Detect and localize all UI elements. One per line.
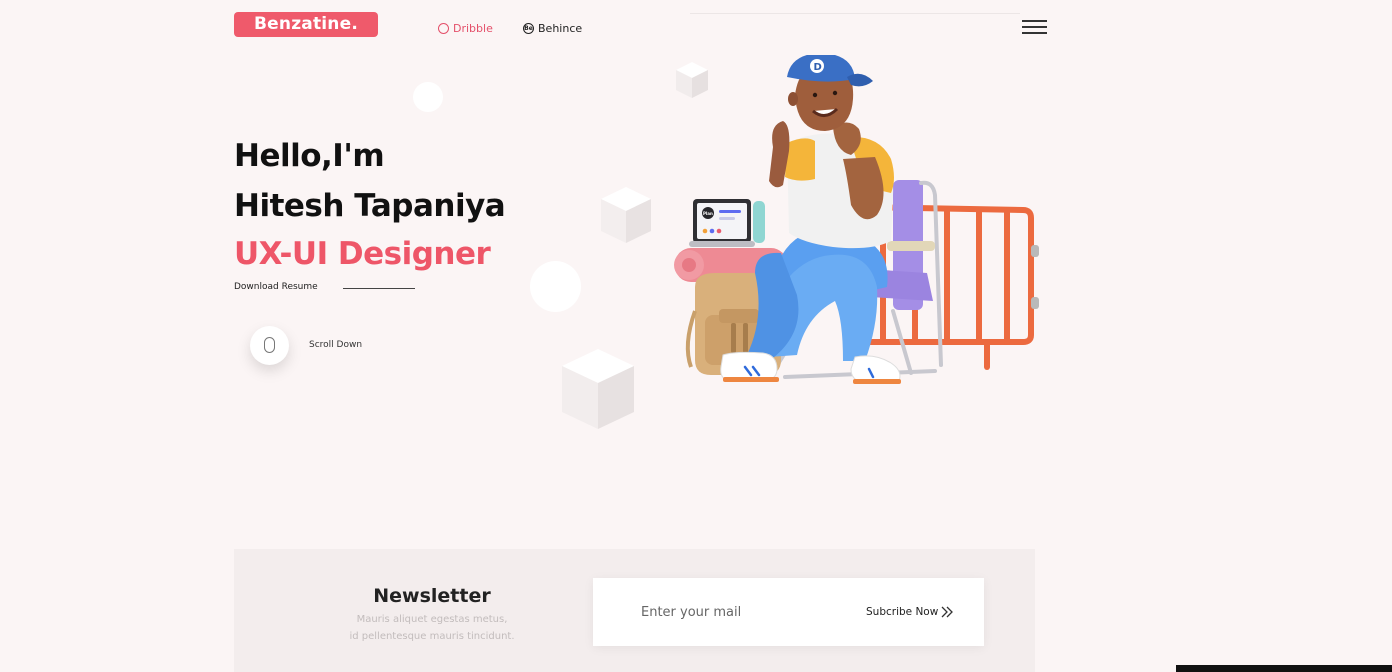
- double-chevron-right-icon: [941, 606, 954, 618]
- laptop-screen-label: Plan: [703, 211, 713, 216]
- hero-greeting: Hello,I'm: [234, 138, 385, 174]
- decor-cube: [601, 187, 651, 243]
- hero-name: Hitesh Tapaniya: [234, 188, 506, 224]
- cap-letter: D: [814, 62, 822, 73]
- subscribe-button[interactable]: Subcribe Now: [866, 602, 954, 622]
- decor-circle: [413, 82, 443, 112]
- newsletter-description-line: id pellentesque mauris tincidunt.: [349, 631, 515, 642]
- scroll-down-label: Scroll Down: [309, 340, 363, 350]
- nav-link-label: Dribble: [453, 21, 493, 35]
- behance-icon: Be: [523, 22, 534, 34]
- hero-illustration: Plan D: [674, 55, 1039, 384]
- header-divider: [690, 13, 1020, 14]
- decor-cube: [562, 349, 634, 429]
- hero-role: UX-UI Designer: [234, 236, 491, 272]
- window-edge-bar: [1176, 665, 1392, 672]
- nav-link-label: Behince: [538, 21, 583, 35]
- decor-circle: [530, 261, 581, 312]
- dribbble-icon: [438, 22, 449, 34]
- download-resume-link[interactable]: Download Resume: [234, 282, 318, 292]
- newsletter-title: Newsletter: [373, 585, 491, 607]
- mouse-icon: [264, 337, 275, 353]
- nav-link-dribbble[interactable]: Dribble: [438, 20, 493, 36]
- newsletter-description-line: Mauris aliquet egestas metus,: [356, 614, 508, 625]
- resume-underline: [343, 288, 415, 289]
- hamburger-menu-icon[interactable]: [1020, 17, 1048, 37]
- nav-link-behance[interactable]: Be Behince: [523, 20, 582, 36]
- email-input[interactable]: [641, 600, 841, 624]
- laptop: Plan: [689, 199, 765, 247]
- brand-logo[interactable]: Benzatine.: [234, 12, 378, 37]
- subscribe-button-label: Subcribe Now: [866, 606, 939, 618]
